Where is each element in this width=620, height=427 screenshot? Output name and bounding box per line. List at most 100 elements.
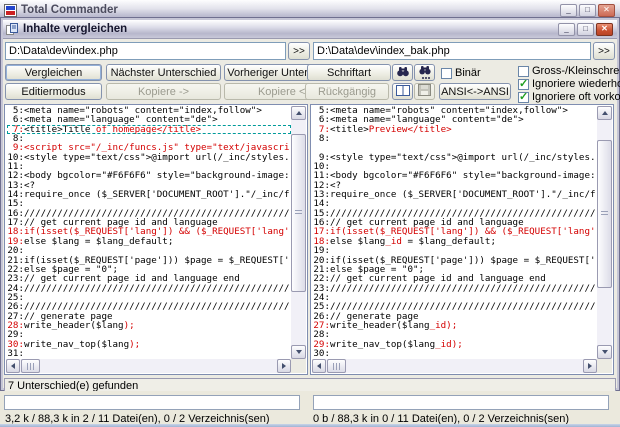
left-panel-command-bar[interactable] bbox=[4, 395, 300, 410]
arrow-right-icon bbox=[282, 363, 286, 369]
search-next-button[interactable] bbox=[414, 64, 435, 81]
naechster-unterschied-button[interactable]: Nächster Unterschied bbox=[106, 64, 221, 81]
code-text: _id); bbox=[430, 320, 458, 331]
left-open-file-button[interactable]: >> bbox=[288, 42, 310, 60]
code-line[interactable]: 14:require_once ($_SERVER['DOCUMENT_ROOT… bbox=[7, 190, 291, 199]
code-panel-right[interactable]: 5:<meta name="robots" content="index,fol… bbox=[310, 104, 614, 375]
gross-checkbox-box[interactable] bbox=[518, 66, 529, 77]
code-line[interactable]: 13:require_once ($_SERVER['DOCUMENT_ROOT… bbox=[313, 190, 597, 199]
code-line[interactable]: 11:<body bgcolor="#F6F6F6" style="backgr… bbox=[313, 171, 597, 180]
vertical-scrollbar-thumb[interactable] bbox=[597, 140, 612, 288]
code-line[interactable]: 30: bbox=[313, 349, 597, 358]
rueckgaengig-button[interactable]: Rückgängig bbox=[305, 83, 389, 100]
dialog-titlebar[interactable]: Inhalte vergleichen _ □ ✕ bbox=[3, 20, 617, 39]
scroll-right-button[interactable] bbox=[583, 359, 597, 373]
code-line[interactable]: 10:<style type="text/css">@import url(/_… bbox=[7, 153, 291, 162]
code-line[interactable]: 29:write_nav_top($lang_id); bbox=[313, 340, 597, 349]
code-text: else $lang bbox=[330, 236, 385, 247]
arrow-up-icon bbox=[602, 111, 608, 115]
horizontal-scrollbar-thumb[interactable] bbox=[21, 359, 40, 373]
vertical-scrollbar-thumb[interactable] bbox=[291, 134, 306, 292]
split-view-button[interactable] bbox=[392, 83, 413, 100]
code-text: = $lang_default; bbox=[402, 236, 496, 247]
line-number: 31: bbox=[7, 349, 24, 358]
dialog-close-button[interactable]: ✕ bbox=[596, 23, 613, 36]
right-path-input[interactable] bbox=[313, 42, 591, 60]
code-line[interactable]: 30:write_nav_top($lang); bbox=[7, 340, 291, 349]
kopiere-rechts-button[interactable]: Kopiere -> bbox=[106, 83, 221, 100]
code-line[interactable]: 8: bbox=[313, 134, 597, 143]
right-open-file-button[interactable]: >> bbox=[593, 42, 615, 60]
schriftart-button[interactable]: Schriftart bbox=[307, 64, 391, 81]
left-path-input[interactable] bbox=[5, 42, 286, 60]
horizontal-scrollbar-thumb[interactable] bbox=[327, 359, 346, 373]
scroll-track[interactable] bbox=[597, 120, 612, 345]
save-button[interactable] bbox=[414, 83, 435, 100]
scrollbar-corner bbox=[291, 359, 306, 373]
code-area-right[interactable]: 5:<meta name="robots" content="index,fol… bbox=[312, 106, 597, 359]
line-number: 8: bbox=[313, 134, 330, 143]
scroll-left-button[interactable] bbox=[6, 359, 20, 373]
scroll-up-button[interactable] bbox=[291, 106, 306, 120]
code-line[interactable]: 28:write_header($lang); bbox=[7, 321, 291, 330]
code-line[interactable]: 9:<style type="text/css">@import url(/_i… bbox=[313, 153, 597, 162]
code-line[interactable]: 27:write_header($lang_id); bbox=[313, 321, 597, 330]
code-text: Preview</title> bbox=[369, 124, 452, 135]
vertical-scrollbar-left[interactable] bbox=[291, 106, 306, 359]
arrow-left-icon bbox=[11, 363, 15, 369]
binaer-checkbox-label: Binär bbox=[455, 67, 481, 79]
scroll-left-button[interactable] bbox=[312, 359, 326, 373]
code-text: <style type="text/css">@import url(/_inc… bbox=[24, 152, 290, 163]
binoculars-icon bbox=[396, 65, 410, 80]
code-line[interactable]: 7:<title>Title of homepage</title> bbox=[7, 125, 291, 134]
code-line[interactable]: 23://///////////////////////////////////… bbox=[313, 284, 597, 293]
background-minimize-button[interactable]: _ bbox=[560, 4, 577, 17]
editiermodus-button[interactable]: Editiermodus bbox=[5, 83, 102, 100]
horizontal-scrollbar-right[interactable] bbox=[312, 359, 597, 373]
scrollbar-corner bbox=[597, 359, 612, 373]
code-line[interactable]: 24://///////////////////////////////////… bbox=[7, 284, 291, 293]
binaer-checkbox-box[interactable] bbox=[441, 68, 452, 79]
code-text: require_once ($_SERVER['DOCUMENT_ROOT'].… bbox=[24, 189, 290, 200]
code-line[interactable]: 7:<title>Preview</title> bbox=[313, 125, 597, 134]
ignoriere1-checkbox-box[interactable] bbox=[518, 79, 529, 90]
dialog-maximize-button[interactable]: □ bbox=[577, 23, 594, 36]
dialog-minimize-button[interactable]: _ bbox=[558, 23, 575, 36]
code-text: of homepage</title> bbox=[96, 124, 201, 135]
binoculars-next-icon bbox=[418, 65, 432, 80]
path-row: >> >> bbox=[5, 42, 615, 60]
scroll-down-button[interactable] bbox=[291, 345, 306, 359]
scroll-right-button[interactable] bbox=[277, 359, 291, 373]
code-line[interactable]: 19:else $lang = $lang_default; bbox=[7, 237, 291, 246]
ignoriere-wiederholte-checkbox[interactable]: Ignoriere wiederholte bbox=[518, 78, 620, 90]
split-view-icon bbox=[396, 85, 410, 99]
vergleichen-button[interactable]: Vergleichen bbox=[5, 64, 102, 81]
code-line[interactable]: 18:else $lang_id = $lang_default; bbox=[313, 237, 597, 246]
code-text: <title> bbox=[330, 124, 369, 135]
vertical-scrollbar-right[interactable] bbox=[597, 106, 612, 359]
code-line[interactable]: 31: bbox=[7, 349, 291, 358]
line-number: 30: bbox=[313, 349, 330, 358]
code-panel-left[interactable]: 5:<meta name="robots" content="index,fol… bbox=[4, 104, 308, 375]
scroll-up-button[interactable] bbox=[597, 106, 612, 120]
dialog-client-area: >> >> Vergleichen Nächster Unterschied V… bbox=[3, 39, 617, 396]
toolbar: Vergleichen Nächster Unterschied Vorheri… bbox=[4, 63, 616, 101]
code-text: _id); bbox=[435, 339, 463, 350]
search-button[interactable] bbox=[392, 64, 413, 81]
code-line[interactable]: 12:<body bgcolor="#F6F6F6" style="backgr… bbox=[7, 171, 291, 180]
arrow-up-icon bbox=[296, 111, 302, 115]
scroll-track[interactable] bbox=[291, 120, 306, 345]
binaer-checkbox[interactable]: Binär bbox=[441, 67, 481, 79]
scroll-down-button[interactable] bbox=[597, 345, 612, 359]
ignoriere-oft-checkbox[interactable]: Ignoriere oft vorkomm bbox=[518, 91, 620, 103]
horizontal-scrollbar-left[interactable] bbox=[6, 359, 291, 373]
code-text: ////////////////////////////////////////… bbox=[24, 283, 290, 294]
ignoriere2-checkbox-box[interactable] bbox=[518, 92, 529, 103]
background-maximize-button[interactable]: □ bbox=[579, 4, 596, 17]
code-text: write_header($lang bbox=[330, 320, 430, 331]
gross-kleinschreibung-checkbox[interactable]: Gross-/Kleinschreibun bbox=[518, 65, 620, 77]
code-area-left[interactable]: 5:<meta name="robots" content="index,fol… bbox=[6, 106, 291, 359]
ansi-ansi-button[interactable]: ANSI<->ANSI bbox=[439, 83, 511, 100]
right-panel-command-bar[interactable] bbox=[313, 395, 609, 410]
background-close-button[interactable]: ✕ bbox=[598, 4, 615, 17]
